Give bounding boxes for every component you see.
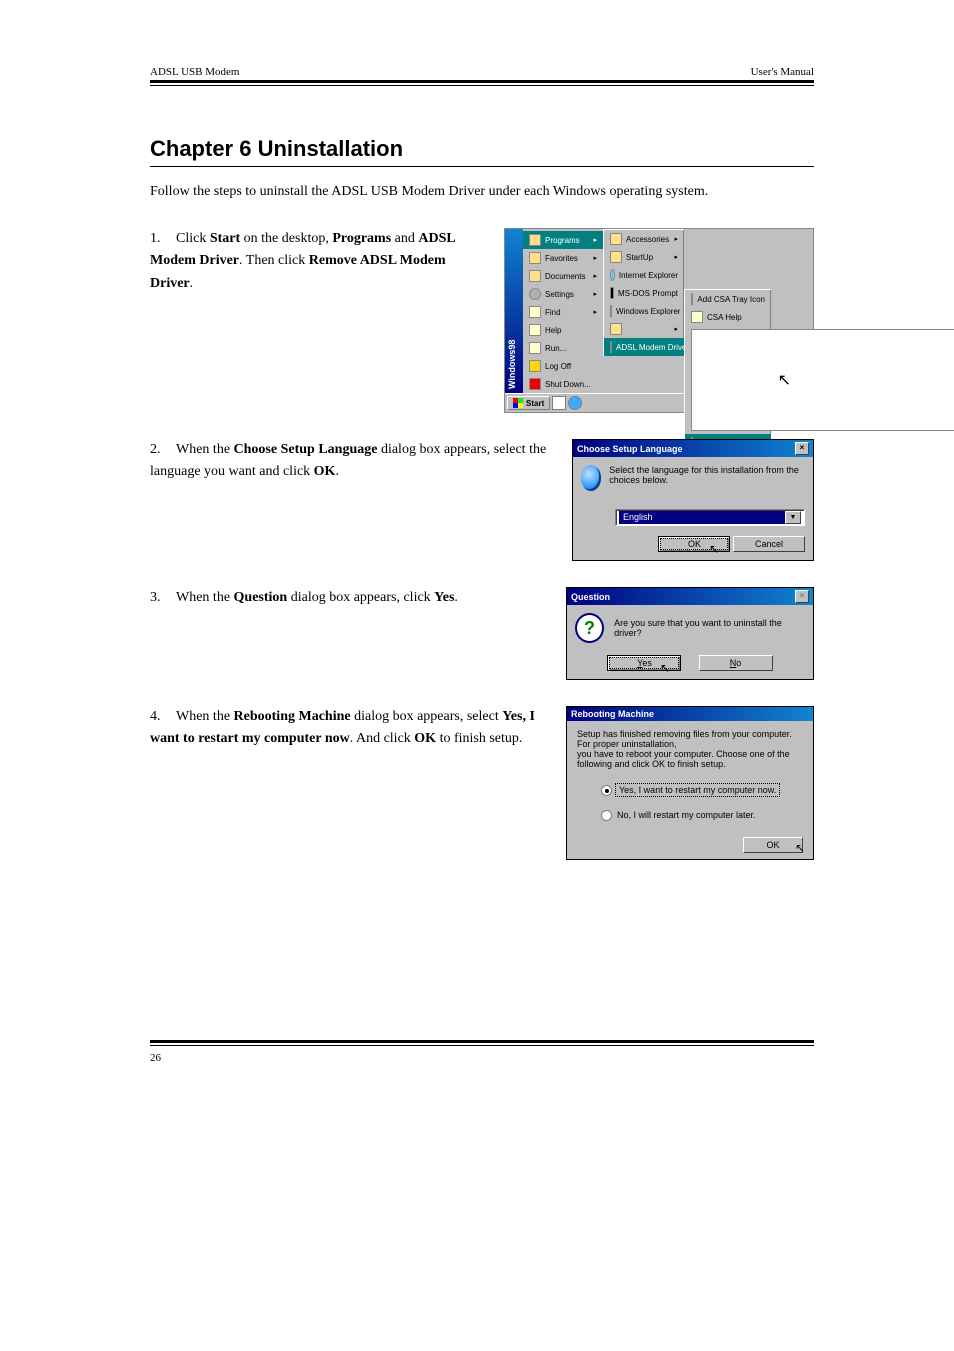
- doc-subtitle: User's Manual: [751, 66, 814, 78]
- language-value: English: [619, 511, 785, 524]
- figure-choose-language-dialog: Choose Setup Language × Select the langu…: [572, 439, 814, 561]
- folder-icon: [610, 251, 622, 263]
- explorer-icon: [610, 305, 612, 317]
- cursor-icon: ↖: [778, 370, 791, 390]
- menu-help[interactable]: Help: [523, 321, 603, 339]
- chapter-intro: Follow the steps to uninstall the ADSL U…: [150, 181, 814, 202]
- footer-rule: [150, 1040, 814, 1046]
- menu-settings[interactable]: Settings: [523, 285, 603, 303]
- radio-icon: [601, 810, 612, 821]
- globe-icon: [581, 465, 601, 491]
- dialog-titlebar: Rebooting Machine: [567, 707, 813, 721]
- chapter-title: Chapter 6 Uninstallation: [150, 136, 814, 162]
- readme-icon: [691, 329, 954, 431]
- taskbar-ie-icon[interactable]: [568, 396, 582, 410]
- dialog-title-text: Rebooting Machine: [571, 709, 654, 719]
- dialog-message-2: you have to reboot your computer. Choose…: [577, 749, 803, 769]
- dialog-titlebar: Choose Setup Language ×: [573, 440, 813, 457]
- submenu-adsl[interactable]: ADSL Modem Driver: [604, 338, 684, 356]
- question-icon: ?: [575, 613, 604, 643]
- menu-favorites[interactable]: Favorites: [523, 249, 603, 267]
- header-rule: [150, 80, 814, 86]
- favorites-icon: [529, 252, 541, 264]
- cursor-icon: ↖: [709, 542, 719, 556]
- page-number: 26: [150, 1052, 161, 1064]
- submenu-add-tray[interactable]: Add CSA Tray Icon: [685, 290, 771, 308]
- submenu-ie[interactable]: Internet Explorer: [604, 266, 684, 284]
- menu-find[interactable]: Find: [523, 303, 603, 321]
- ie-icon: [610, 269, 615, 281]
- menu-programs[interactable]: Programs: [523, 231, 603, 249]
- step-1-text: 1.Click Start on the desktop, Programs a…: [150, 228, 504, 295]
- language-combobox[interactable]: English ▼: [615, 509, 805, 526]
- documents-icon: [529, 270, 541, 282]
- shutdown-icon: [529, 378, 541, 390]
- no-button[interactable]: No: [699, 655, 773, 671]
- cursor-icon: ↖: [660, 661, 670, 675]
- startmenu-col1: Programs Favorites Documents Settings Fi…: [523, 229, 603, 393]
- yes-button[interactable]: Yes: [607, 655, 681, 671]
- submenu-msdos[interactable]: MS-DOS Prompt: [604, 284, 684, 302]
- tray-icon: [691, 293, 693, 305]
- radio-icon: [601, 785, 612, 796]
- submenu-csa-help[interactable]: CSA Help: [685, 308, 771, 326]
- menu-logoff[interactable]: Log Off: [523, 357, 603, 375]
- adsl-icon: [610, 341, 612, 353]
- run-icon: [529, 342, 541, 354]
- step-4-text: 4.When the Rebooting Machine dialog box …: [150, 706, 566, 751]
- submenu-accessories[interactable]: Accessories: [604, 230, 684, 248]
- close-icon[interactable]: ×: [795, 442, 809, 455]
- ok-button[interactable]: OK: [658, 536, 730, 552]
- dialog-message: Select the language for this installatio…: [609, 465, 805, 485]
- radio-restart-now[interactable]: Yes, I want to restart my computer now.: [601, 785, 803, 796]
- doc-title: ADSL USB Modem: [150, 66, 239, 78]
- submenu-explorer[interactable]: Windows Explorer: [604, 302, 684, 320]
- dialog-title-text: Question: [571, 592, 610, 602]
- figure-reboot-dialog: Rebooting Machine Setup has finished rem…: [566, 706, 814, 860]
- menu-shutdown[interactable]: Shut Down...: [523, 375, 603, 393]
- logoff-icon: [529, 360, 541, 372]
- cancel-button[interactable]: Cancel: [733, 536, 805, 552]
- dialog-titlebar: Question ×: [567, 588, 813, 605]
- figure-start-menu: Windows98 Programs Favorites Documents S…: [504, 228, 814, 413]
- helpbook-icon: [691, 311, 703, 323]
- submenu-blank[interactable]: [604, 320, 684, 338]
- step-2-text: 2.When the Choose Setup Language dialog …: [150, 439, 572, 484]
- startmenu-col2: Accessories StartUp Internet Explorer MS…: [603, 229, 684, 356]
- menu-documents[interactable]: Documents: [523, 267, 603, 285]
- cursor-icon: ↖: [795, 841, 805, 855]
- startmenu-band: Windows98: [505, 229, 523, 393]
- chevron-down-icon[interactable]: ▼: [785, 511, 801, 524]
- submenu-readme[interactable]: Read Me: [685, 326, 771, 434]
- menu-run[interactable]: Run...: [523, 339, 603, 357]
- chapter-rule: [150, 166, 814, 167]
- settings-icon: [529, 288, 541, 300]
- folder-icon: [610, 323, 622, 335]
- figure-question-dialog: Question × ? Are you sure that you want …: [566, 587, 814, 680]
- dialog-message: Are you sure that you want to uninstall …: [614, 618, 805, 638]
- close-icon: ×: [795, 590, 809, 603]
- programs-icon: [529, 234, 541, 246]
- windows-logo-icon: [513, 398, 523, 408]
- step-3-text: 3.When the Question dialog box appears, …: [150, 587, 566, 609]
- dialog-title-text: Choose Setup Language: [577, 444, 683, 454]
- folder-icon: [610, 233, 622, 245]
- submenu-startup[interactable]: StartUp: [604, 248, 684, 266]
- dialog-message-1: Setup has finished removing files from y…: [577, 729, 803, 749]
- help-icon: [529, 324, 541, 336]
- find-icon: [529, 306, 541, 318]
- msdos-icon: [610, 287, 614, 299]
- radio-restart-later[interactable]: No, I will restart my computer later.: [601, 810, 803, 821]
- start-button[interactable]: Start: [507, 396, 550, 410]
- taskbar-quicklaunch-icon[interactable]: [552, 396, 566, 410]
